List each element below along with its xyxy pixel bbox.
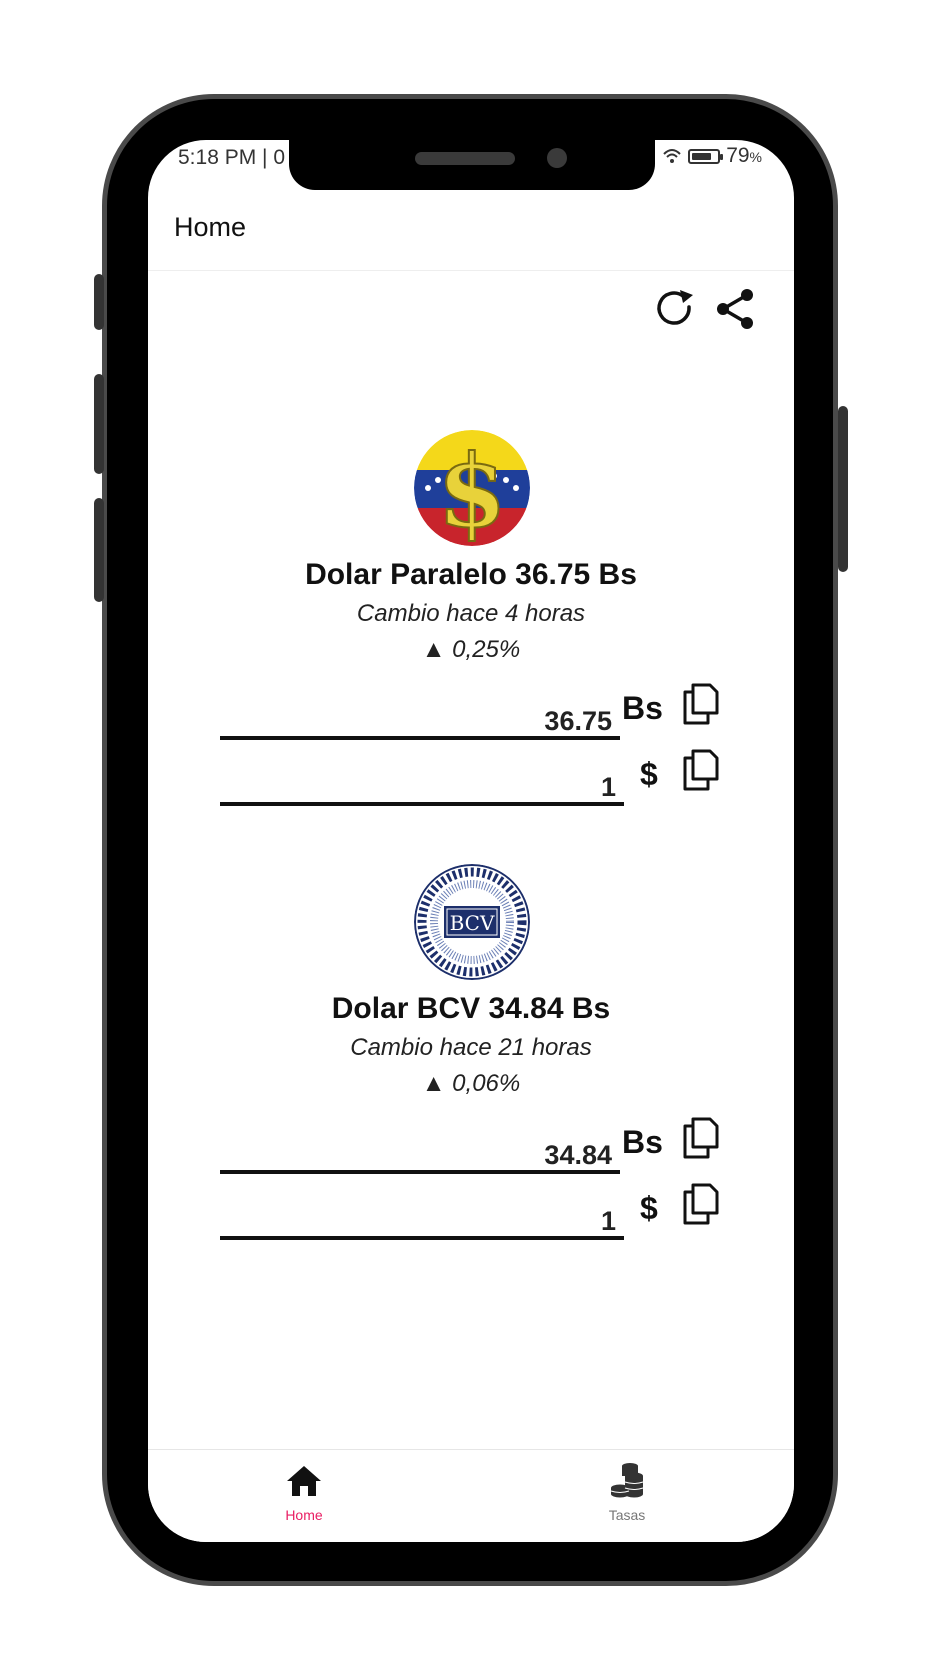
share-button[interactable] (712, 286, 758, 332)
volume-down-button (94, 498, 104, 602)
coins-icon (610, 1463, 644, 1498)
usd-converter-row: $ (220, 1183, 719, 1244)
rate-change: ▲ 0,06% (421, 1070, 521, 1097)
copy-icon (683, 683, 719, 725)
dollar-flag-logo: $ (414, 430, 530, 546)
screen: 5:18 PM | 0 79% Home $ Dolar Paralelo 36… (148, 140, 794, 1542)
bs-unit-label: Bs (622, 690, 663, 726)
nav-label-tasas: Tasas (608, 1507, 646, 1523)
rate-updated: Cambio hace 21 horas (350, 1034, 592, 1061)
bs-amount-input[interactable] (220, 1132, 620, 1174)
bs-amount-input[interactable] (220, 698, 620, 740)
refresh-button[interactable] (652, 286, 698, 332)
copy-icon (683, 1117, 719, 1159)
copy-icon (683, 1183, 719, 1225)
bottom-navigation: Home Tasas (148, 1449, 794, 1542)
copy-icon (683, 749, 719, 791)
usd-unit-label: $ (640, 756, 658, 792)
bs-unit-label: Bs (622, 1124, 663, 1160)
battery-icon (688, 148, 724, 164)
bs-converter-row: Bs (220, 1117, 719, 1178)
page-title: Home (174, 212, 247, 242)
refresh-icon (657, 290, 693, 325)
silent-switch (94, 274, 104, 330)
home-icon (287, 1466, 321, 1496)
rate-change: ▲ 0,25% (421, 636, 521, 663)
power-button (838, 406, 848, 572)
status-time: 5:18 PM | 0 (178, 146, 286, 169)
bcv-logo: BCV (414, 864, 530, 980)
nav-item-tasas[interactable]: Tasas (567, 1462, 687, 1523)
svg-text:$: $ (437, 432, 507, 546)
svg-text:BCV: BCV (450, 911, 495, 935)
battery-percent: 79% (726, 144, 762, 167)
bs-converter-row: Bs (220, 683, 719, 744)
copy-usd-button[interactable] (680, 1182, 720, 1226)
notch (289, 140, 655, 190)
front-camera (547, 148, 567, 168)
wifi-icon (663, 149, 681, 163)
nav-label-home: Home (285, 1507, 323, 1523)
rate-title: Dolar Paralelo 36.75 Bs (305, 558, 637, 591)
usd-converter-row: $ (220, 749, 719, 810)
rate-title: Dolar BCV 34.84 Bs (331, 992, 611, 1025)
paralelo-logo: $ (414, 430, 530, 546)
copy-usd-button[interactable] (680, 748, 720, 792)
bcv-seal-logo: BCV (414, 864, 530, 980)
usd-amount-input[interactable] (220, 1198, 624, 1240)
nav-item-home[interactable]: Home (244, 1462, 364, 1523)
volume-up-button (94, 374, 104, 474)
share-icon (717, 289, 753, 329)
app-bar: Home (148, 192, 794, 271)
status-icons: 79% (662, 144, 762, 168)
speaker (415, 152, 515, 165)
usd-amount-input[interactable] (220, 764, 624, 806)
toolbar-actions (652, 286, 758, 332)
copy-bs-button[interactable] (680, 682, 720, 726)
copy-bs-button[interactable] (680, 1116, 720, 1160)
rate-updated: Cambio hace 4 horas (356, 600, 586, 627)
usd-unit-label: $ (640, 1190, 658, 1226)
